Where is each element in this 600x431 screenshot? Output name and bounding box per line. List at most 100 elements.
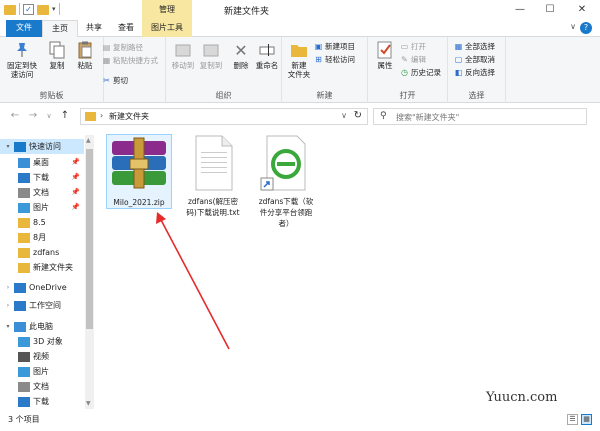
search-field[interactable]: ⚲ 搜索"新建文件夹"	[373, 108, 587, 125]
expand-chevron-icon[interactable]: ▾	[4, 319, 12, 334]
copy-label: 复制	[49, 61, 65, 70]
file-item[interactable]: zdfans下载（软 件分享平台领跑 者）	[248, 134, 324, 229]
properties-qat-button[interactable]: ✓	[23, 3, 34, 15]
nav-item[interactable]: ▾ 此电脑	[0, 319, 84, 334]
open-group-label: 打开	[399, 91, 416, 100]
tab-file[interactable]: 文件	[6, 20, 42, 37]
desktop-icon	[18, 157, 30, 168]
edit-button[interactable]: ✎ 编辑	[400, 54, 426, 65]
file-item[interactable]: Milo_2021.zip	[106, 134, 172, 209]
nav-item[interactable]: 视频	[0, 349, 84, 364]
expand-chevron-icon[interactable]: ›	[4, 280, 12, 295]
tab-share[interactable]: 共享	[78, 20, 110, 37]
computer-icon	[14, 321, 26, 332]
easy-access-label: 轻松访问	[325, 55, 355, 64]
nav-item[interactable]: 桌面 📌	[0, 155, 84, 170]
easy-access-button[interactable]: ⊞ 轻松访问	[314, 54, 355, 65]
new-folder-qat-button[interactable]	[37, 4, 49, 15]
nav-scrollbar[interactable]: ▲ ▼	[85, 135, 94, 409]
file-item[interactable]: zdfans(解压密 码)下载说明.txt	[178, 134, 248, 218]
nav-item[interactable]: 新建文件夹	[0, 260, 84, 275]
breadcrumb-current[interactable]: 新建文件夹	[109, 111, 149, 122]
new-item-label[interactable]: 新建项目	[325, 41, 355, 52]
scroll-thumb[interactable]	[86, 149, 93, 329]
ribbon: 固定到快 速访问 复制 粘贴 剪贴板 ▤ 复制路径 ▦ 粘贴快捷方式 ✂ 剪切	[0, 37, 600, 103]
address-field[interactable]: › 新建文件夹 ∨ ↻	[80, 108, 368, 125]
nav-item-label: 此电脑	[29, 322, 53, 331]
invert-selection-icon: ◧	[454, 68, 463, 77]
nav-item[interactable]: zdfans	[0, 245, 84, 260]
open-icon: ▭	[400, 42, 409, 51]
open-button[interactable]: ▭ 打开	[400, 41, 426, 52]
nav-item[interactable]: 下载 📌	[0, 170, 84, 185]
nav-item[interactable]: 文档	[0, 379, 84, 394]
new-folder-button[interactable]: 新建 文件夹	[284, 41, 314, 79]
refresh-button[interactable]: ↻	[354, 110, 362, 121]
close-button[interactable]: ✕	[566, 0, 598, 20]
pin-icon: 📌	[71, 158, 80, 166]
recent-locations-dropdown[interactable]: ∨	[42, 109, 56, 123]
back-button[interactable]: ←	[8, 109, 22, 123]
copy-to-button[interactable]: 复制到	[196, 41, 226, 70]
paste-button[interactable]: 粘贴	[70, 41, 100, 70]
ribbon-tab-bar: 文件 主页 共享 查看 图片工具 ∨ ?	[0, 20, 600, 37]
nav-item-label: OneDrive	[29, 283, 67, 292]
nav-item-label: 图片	[33, 367, 49, 376]
properties-button[interactable]: 属性	[370, 41, 400, 70]
address-dropdown-icon[interactable]: ∨	[341, 111, 347, 120]
qat-dropdown-icon[interactable]: ▾	[52, 5, 56, 13]
nav-item[interactable]: 3D 对象	[0, 334, 84, 349]
tab-home[interactable]: 主页	[42, 20, 78, 37]
quick-access-toolbar: ✓ ▾	[4, 3, 60, 15]
expand-chevron-icon[interactable]: ›	[4, 298, 12, 313]
copy-button[interactable]: 复制	[42, 41, 72, 70]
collapse-ribbon-icon[interactable]: ∨	[570, 22, 576, 31]
new-folder-label: 新建 文件夹	[287, 61, 311, 79]
nav-item[interactable]: 8月	[0, 230, 84, 245]
search-placeholder: 搜索"新建文件夹"	[396, 113, 460, 122]
copy-path-button[interactable]: ▤ 复制路径	[102, 42, 143, 53]
nav-item[interactable]: 文档 📌	[0, 185, 84, 200]
breadcrumb-chevron-icon[interactable]: ›	[100, 111, 103, 120]
history-button[interactable]: ◷ 历史记录	[400, 67, 441, 78]
pin-icon: 📌	[71, 203, 80, 211]
paste-shortcut-icon: ▦	[102, 56, 111, 65]
nav-item[interactable]: 图片 📌	[0, 200, 84, 215]
cut-button[interactable]: ✂ 剪切	[102, 75, 128, 86]
nav-item[interactable]: 图片	[0, 364, 84, 379]
select-none-button[interactable]: ▢ 全部取消	[454, 54, 495, 65]
pin-quick-access-button[interactable]: 固定到快 速访问	[4, 41, 40, 79]
paste-shortcut-button[interactable]: ▦ 粘贴快捷方式	[102, 55, 158, 66]
up-button[interactable]: ↑	[58, 109, 72, 123]
copy-path-icon: ▤	[102, 43, 111, 52]
nav-item[interactable]: 8.5	[0, 215, 84, 230]
select-all-button[interactable]: ▦ 全部选择	[454, 41, 495, 52]
tab-picture-tools[interactable]: 图片工具	[142, 20, 192, 37]
forward-button[interactable]: →	[26, 109, 40, 123]
nav-item[interactable]: › OneDrive	[0, 280, 84, 295]
nav-item[interactable]: ▾ 快速访问	[0, 139, 84, 154]
maximize-button[interactable]: ☐	[534, 0, 566, 20]
scroll-down-icon[interactable]: ▼	[86, 400, 91, 407]
expand-chevron-icon[interactable]: ▾	[4, 139, 12, 154]
help-icon[interactable]: ?	[580, 22, 592, 34]
minimize-button[interactable]: —	[504, 0, 536, 20]
folder-icon	[18, 232, 30, 243]
navigation-pane[interactable]: ▾ 快速访问 桌面 📌 下载 📌 文档 📌 图片 📌 8.5 8月 zdfans 新建文件夹 › OneDri…	[0, 135, 96, 409]
details-view-icon[interactable]: ☰	[567, 414, 578, 425]
folder-icon	[18, 217, 30, 228]
winrar-archive-icon	[112, 137, 166, 189]
new-item-button[interactable]: ▣ 新建项目	[314, 41, 355, 52]
nav-item[interactable]: 下载	[0, 394, 84, 409]
file-list-area[interactable]: Milo_2021.zip zdfans(解压密 码)下载说明.txt zdfa…	[98, 130, 600, 409]
tab-view[interactable]: 查看	[110, 20, 142, 37]
invert-selection-button[interactable]: ◧ 反向选择	[454, 67, 495, 78]
move-to-button[interactable]: 移动到	[168, 41, 198, 70]
scroll-up-icon[interactable]: ▲	[86, 137, 91, 144]
rename-button[interactable]: 重命名	[252, 41, 282, 70]
separator	[58, 3, 60, 15]
large-icons-view-icon[interactable]: ▦	[581, 414, 592, 425]
nav-item-label: 快速访问	[29, 142, 61, 151]
nav-item[interactable]: › 工作空间	[0, 298, 84, 313]
cloud-icon	[14, 282, 26, 293]
